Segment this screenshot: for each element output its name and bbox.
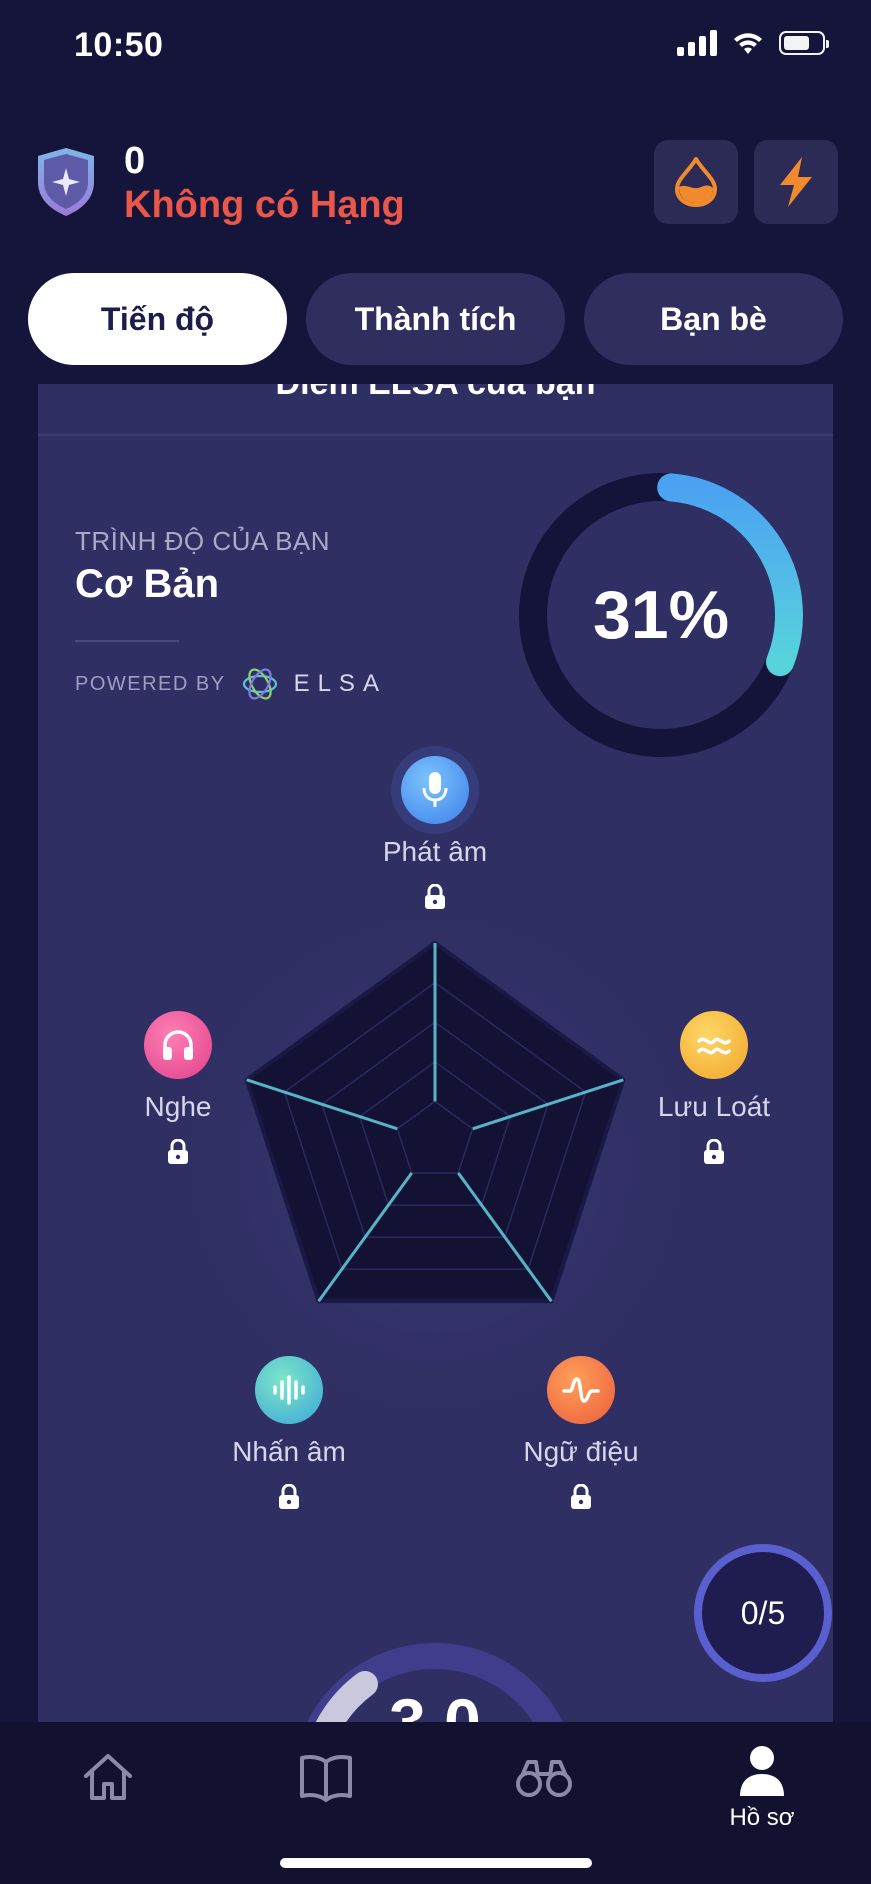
skill-pronunciation[interactable]: Phát âm — [335, 756, 535, 915]
level-value: Cơ Bản — [75, 562, 220, 606]
profile-icon — [740, 1746, 784, 1796]
flame-drop-icon — [674, 157, 718, 207]
nav-lessons[interactable] — [266, 1750, 386, 1860]
elsa-score-card: Điểm ELSA của bạn TRÌNH ĐỘ CỦA BẠN Cơ Bả… — [38, 384, 833, 1724]
skill-fluency[interactable]: Lưu Loát — [614, 1011, 814, 1170]
soundwave-icon — [255, 1356, 323, 1424]
skill-label: Nhấn âm — [232, 1436, 346, 1467]
status-time: 10:50 — [74, 26, 164, 64]
energy-button[interactable] — [754, 140, 838, 224]
elsa-brand: ELSA — [293, 670, 387, 697]
card-title: Điểm ELSA của bạn — [38, 384, 833, 403]
tab-achievements[interactable]: Thành tích — [306, 273, 565, 365]
rank-header: 0 Không có Hạng — [0, 130, 871, 240]
powered-by-label: POWERED BY — [75, 672, 226, 695]
tab-progress[interactable]: Tiến độ — [28, 273, 287, 365]
waves-icon — [680, 1011, 748, 1079]
divider — [75, 640, 179, 642]
home-icon — [84, 1754, 132, 1800]
tab-friends[interactable]: Bạn bè — [584, 273, 843, 365]
nav-label: Hồ sơ — [729, 1804, 795, 1831]
lock-icon — [168, 1138, 188, 1164]
overall-score-value: 3.0 — [389, 1685, 481, 1724]
progress-percent: 31% — [592, 577, 730, 653]
level-label: TRÌNH ĐỘ CỦA BẠN — [75, 526, 331, 556]
skill-listening[interactable]: Nghe — [78, 1011, 278, 1170]
skill-stress[interactable]: Nhấn âm — [189, 1356, 389, 1515]
nav-home[interactable] — [48, 1750, 168, 1860]
home-indicator — [280, 1858, 592, 1868]
microphone-icon — [401, 756, 469, 824]
skill-label: Lưu Loát — [657, 1091, 771, 1122]
skill-label: Phát âm — [382, 836, 488, 867]
elsa-logo-icon — [242, 668, 277, 700]
nav-profile[interactable]: Hồ sơ — [702, 1742, 822, 1852]
rank-name: Không có Hạng — [124, 184, 405, 226]
streak-button[interactable] — [654, 140, 738, 224]
headphones-icon — [144, 1011, 212, 1079]
lock-icon — [279, 1483, 299, 1509]
rank-score: 0 — [124, 140, 146, 182]
lock-icon — [571, 1483, 591, 1509]
book-icon — [300, 1755, 352, 1802]
lesson-counter-badge[interactable]: 0/5 — [694, 1544, 832, 1682]
lightning-icon — [780, 157, 812, 207]
status-bar: 10:50 — [0, 0, 871, 100]
profile-tabs: Tiến độ Thành tích Bạn bè — [28, 273, 843, 365]
skill-label: Ngữ điệu — [523, 1436, 639, 1467]
battery-icon — [779, 31, 829, 55]
powered-by: POWERED BY ELSA — [75, 662, 387, 706]
skills-radar: Phát âm Lưu Loát Ngữ điệu Nhấn âm Nghe — [38, 756, 833, 1509]
divider — [38, 434, 833, 436]
lock-icon — [425, 883, 445, 909]
intonation-icon — [547, 1356, 615, 1424]
wifi-icon — [734, 33, 762, 54]
skill-label: Nghe — [144, 1091, 212, 1122]
rank-shield-icon[interactable] — [34, 146, 98, 218]
cellular-signal-icon — [677, 30, 717, 56]
binoculars-icon — [516, 1760, 572, 1797]
skill-intonation[interactable]: Ngữ điệu — [481, 1356, 681, 1515]
status-icons — [677, 30, 829, 56]
lock-icon — [704, 1138, 724, 1164]
nav-explore[interactable] — [484, 1750, 604, 1860]
